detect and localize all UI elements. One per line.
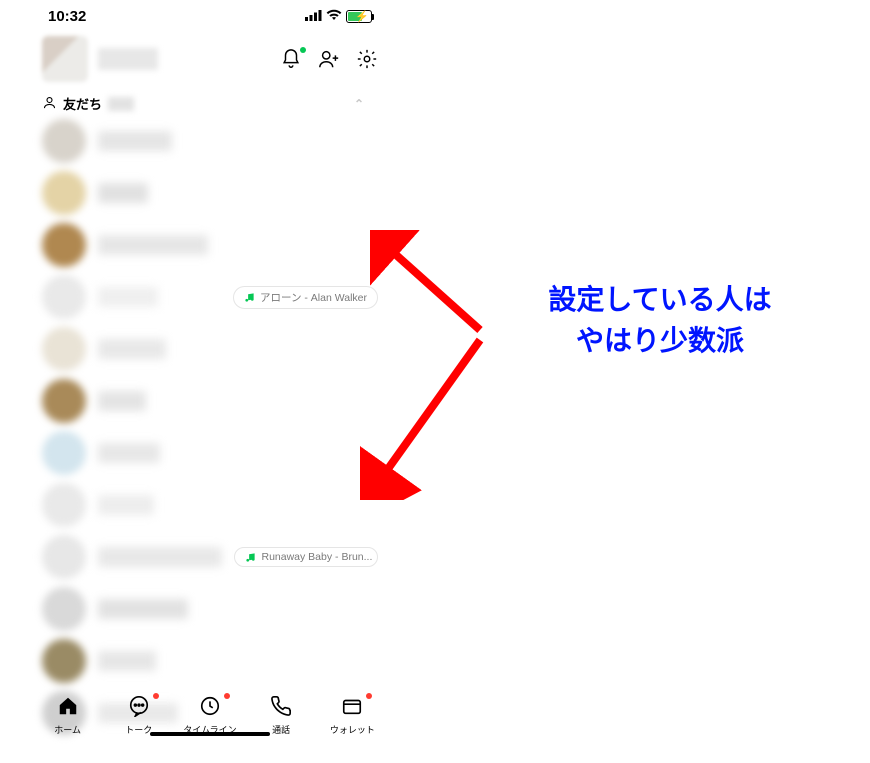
tab-label: ホーム: [54, 723, 81, 736]
avatar: [42, 119, 86, 163]
friend-name: [98, 391, 146, 411]
music-label: Runaway Baby - Brun...: [261, 551, 372, 563]
tab-home[interactable]: ホーム: [38, 695, 98, 736]
clock: 10:32: [48, 8, 86, 25]
my-avatar[interactable]: [42, 36, 88, 82]
list-item[interactable]: [30, 323, 390, 375]
avatar: [42, 431, 86, 475]
friend-name: [98, 183, 148, 203]
list-item[interactable]: [30, 219, 390, 271]
badge-dot: [224, 693, 230, 699]
list-item[interactable]: [30, 115, 390, 167]
tab-talk[interactable]: トーク: [109, 695, 169, 736]
list-item[interactable]: アローン - Alan Walker: [30, 271, 390, 323]
badge-dot: [366, 693, 372, 699]
add-friend-icon[interactable]: [318, 48, 340, 70]
my-name: [98, 48, 158, 70]
friends-section-header[interactable]: 友だち ⌃: [30, 92, 390, 115]
battery-icon: ⚡: [346, 10, 372, 23]
music-label: アローン - Alan Walker: [260, 290, 367, 305]
list-item[interactable]: [30, 375, 390, 427]
wallet-icon: [340, 695, 364, 722]
avatar: [42, 171, 86, 215]
tab-call[interactable]: 通話: [251, 695, 311, 736]
avatar: [42, 223, 86, 267]
list-item[interactable]: [30, 427, 390, 479]
avatar: [42, 639, 86, 683]
list-item[interactable]: [30, 635, 390, 687]
tab-label: 通話: [272, 723, 290, 736]
tab-wallet[interactable]: ウォレット: [322, 695, 382, 736]
friend-name: [98, 131, 172, 151]
avatar: [42, 379, 86, 423]
phone-frame: 10:32 ⚡: [30, 0, 390, 740]
friend-name: [98, 651, 156, 671]
avatar: [42, 535, 86, 579]
friend-name: [98, 599, 188, 619]
list-item[interactable]: Runaway Baby - Brun...: [30, 531, 390, 583]
header: [30, 28, 390, 92]
timeline-icon: [198, 695, 222, 722]
avatar: [42, 327, 86, 371]
friend-list: アローン - Alan Walker Runaway Baby - Brun...: [30, 115, 390, 739]
tab-label: トーク: [125, 723, 152, 736]
status-bar: 10:32 ⚡: [30, 4, 390, 28]
home-indicator: [150, 732, 270, 736]
chevron-down-icon: ⌃: [354, 97, 378, 111]
friend-name: [98, 339, 166, 359]
home-icon: [56, 695, 80, 722]
tab-timeline[interactable]: タイムライン: [180, 695, 240, 736]
avatar: [42, 483, 86, 527]
list-item[interactable]: [30, 479, 390, 531]
friend-name: [98, 547, 222, 567]
tab-label: ウォレット: [330, 723, 375, 736]
status-right: ⚡: [305, 8, 372, 25]
music-chip[interactable]: Runaway Baby - Brun...: [234, 547, 378, 567]
friend-count: [108, 97, 134, 111]
list-item[interactable]: [30, 583, 390, 635]
avatar: [42, 275, 86, 319]
header-icons: [280, 48, 378, 70]
music-chip[interactable]: アローン - Alan Walker: [233, 286, 378, 309]
person-icon: [42, 95, 57, 113]
section-label: 友だち: [63, 94, 102, 113]
friend-name: [98, 495, 154, 515]
signal-icon: [305, 8, 322, 25]
talk-icon: [127, 695, 151, 722]
friend-name: [98, 235, 208, 255]
annotation-text: 設定している人は やはり少数派: [460, 280, 860, 361]
wifi-icon: [326, 8, 342, 25]
list-item[interactable]: [30, 167, 390, 219]
call-icon: [269, 695, 293, 722]
avatar: [42, 587, 86, 631]
friend-name: [98, 287, 158, 307]
badge-dot: [153, 693, 159, 699]
bell-icon[interactable]: [280, 48, 302, 70]
friend-name: [98, 443, 160, 463]
gear-icon[interactable]: [356, 48, 378, 70]
